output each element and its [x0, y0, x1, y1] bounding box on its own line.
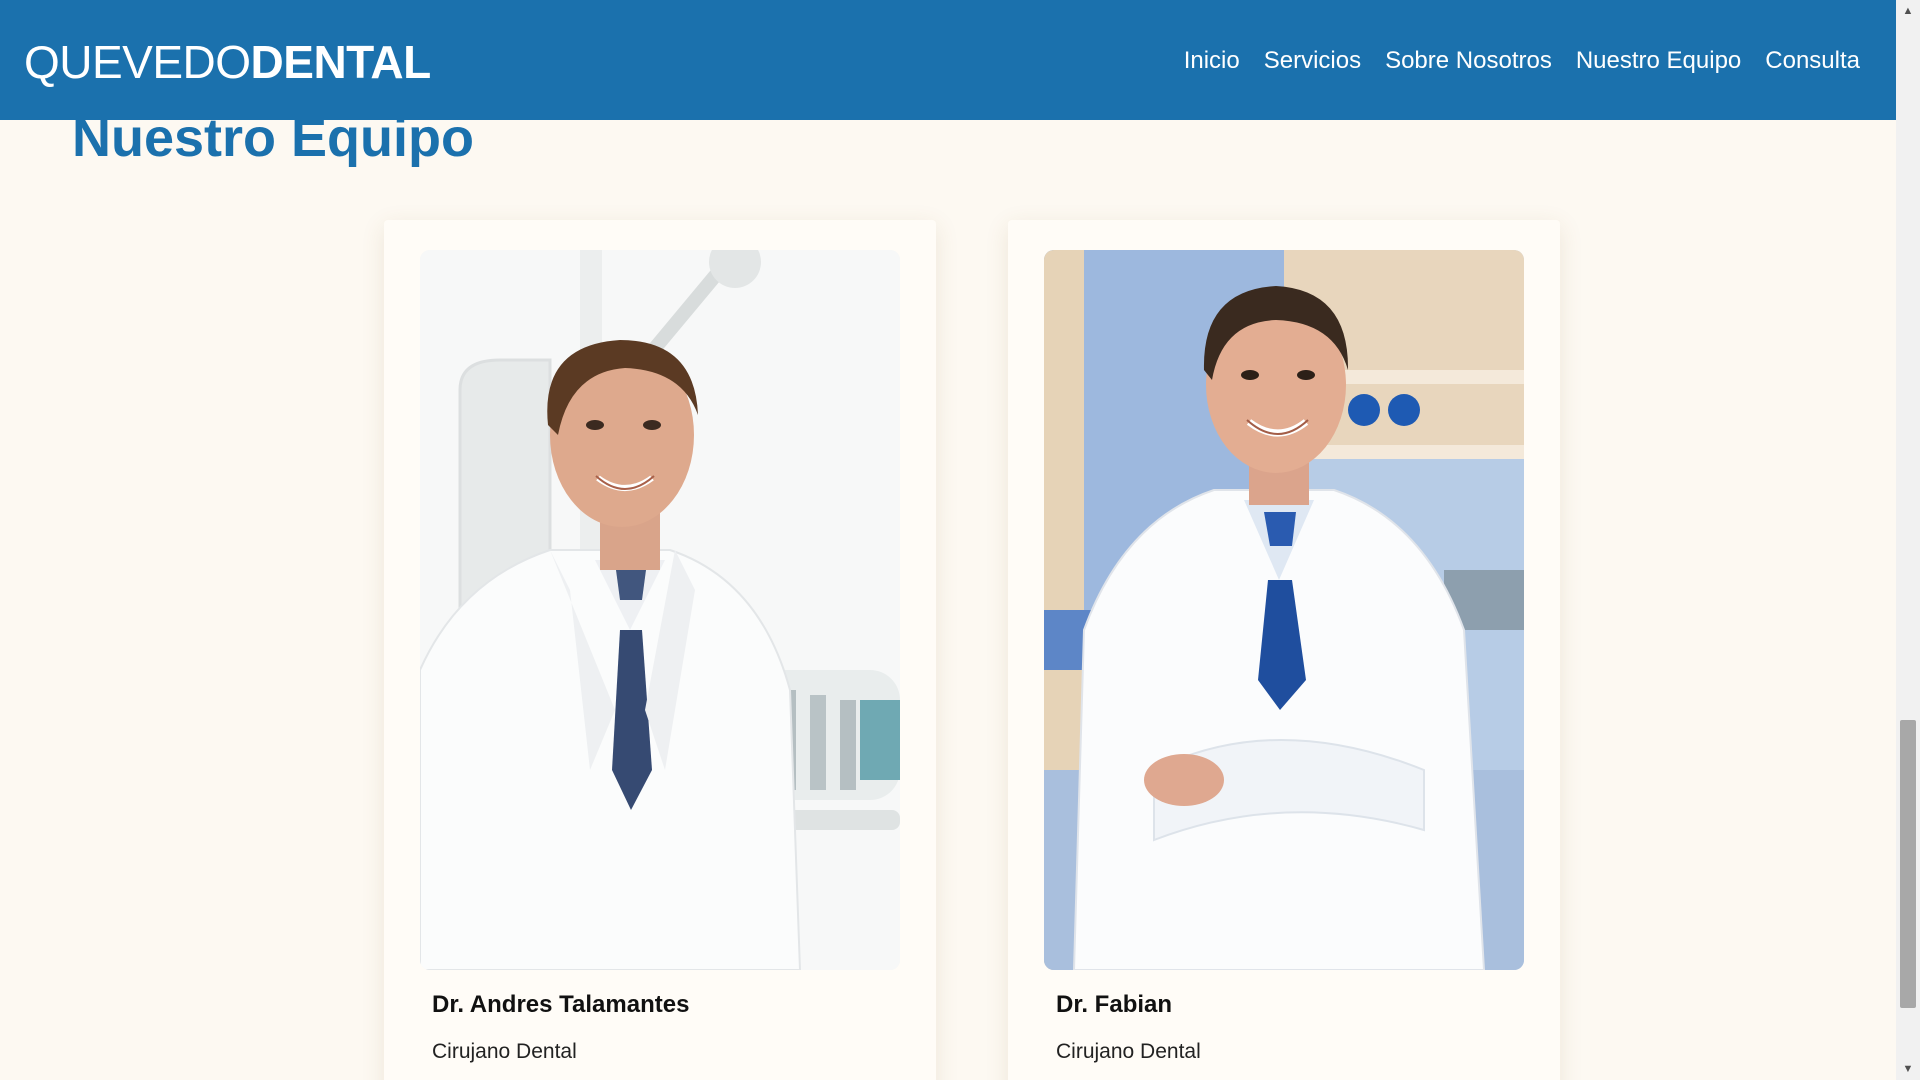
nav-link-consulta[interactable]: Consulta [1765, 46, 1860, 76]
nav-link-sobre-nosotros[interactable]: Sobre Nosotros [1385, 46, 1552, 76]
doctor-role: Cirujano Dental [1056, 1040, 1201, 1063]
doctor-role: Cirujano Dental [432, 1040, 577, 1063]
chevron-up-icon[interactable]: ▲ [1896, 0, 1920, 22]
brand-logo-bold: DENTAL [250, 36, 432, 88]
team-card: Dr. Andres Talamantes Cirujano Dental [384, 220, 936, 1080]
brand-logo-light: QUEVEDO [24, 36, 251, 88]
doctor-photo [1044, 250, 1524, 970]
main-nav: Inicio Servicios Sobre Nosotros Nuestro … [1184, 46, 1860, 76]
top-navbar: QUEVEDODENTAL Inicio Servicios Sobre Nos… [0, 0, 1896, 120]
chevron-down-icon[interactable]: ▼ [1896, 1058, 1920, 1080]
nav-link-inicio[interactable]: Inicio [1184, 46, 1240, 76]
brand-logo[interactable]: QUEVEDODENTAL [24, 36, 431, 88]
doctor-photo [420, 250, 900, 970]
doctor-name: Dr. Andres Talamantes [432, 991, 690, 1018]
scrollbar-thumb[interactable] [1900, 720, 1916, 1008]
doctor-name: Dr. Fabian [1056, 991, 1173, 1018]
nav-link-nuestro-equipo[interactable]: Nuestro Equipo [1576, 46, 1741, 76]
team-card: Dr. Fabian Cirujano Dental [1008, 220, 1560, 1080]
nav-link-servicios[interactable]: Servicios [1264, 46, 1361, 76]
page-viewport: QUEVEDODENTAL Inicio Servicios Sobre Nos… [0, 0, 1896, 1080]
page-scrollbar[interactable]: ▲ ▼ [1896, 0, 1920, 1080]
